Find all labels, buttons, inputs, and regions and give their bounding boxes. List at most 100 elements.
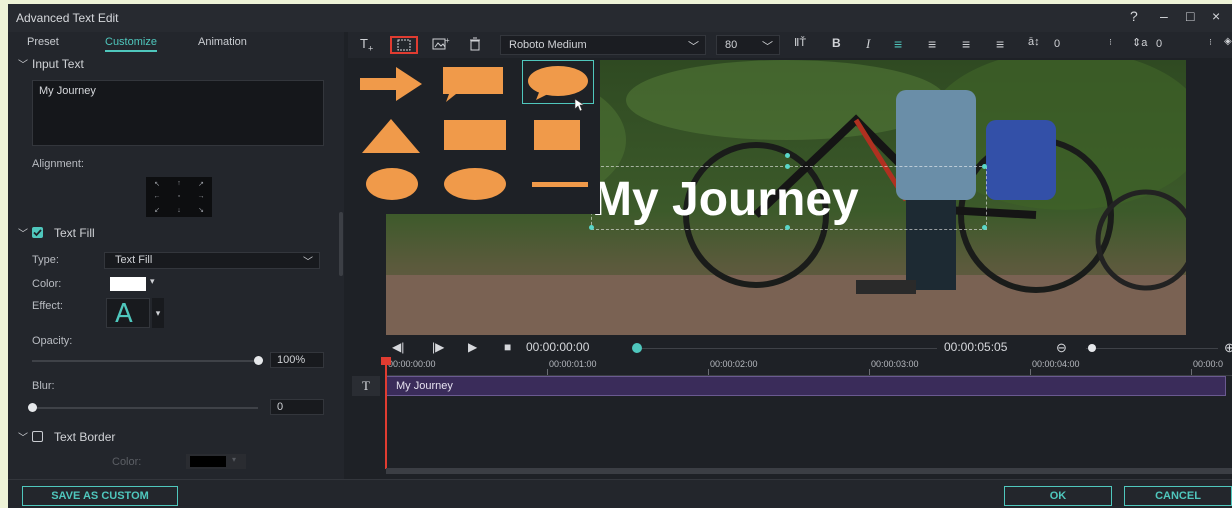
play-icon[interactable]: ▶: [468, 340, 477, 354]
effect-dropdown-icon[interactable]: ▾: [152, 298, 164, 328]
line-shape[interactable]: [532, 182, 588, 187]
timeline-scrollbar[interactable]: [386, 468, 1232, 474]
tab-customize[interactable]: Customize: [105, 36, 157, 52]
zoom-out-icon[interactable]: ⊖: [1056, 340, 1067, 356]
add-shape-button[interactable]: [390, 36, 418, 54]
speech-bubble-round-shape[interactable]: [526, 64, 590, 102]
ok-button[interactable]: OK: [1004, 486, 1112, 506]
circle-shape[interactable]: [366, 168, 418, 200]
alignment-grid[interactable]: ↖ ↑ ↗ ← ▫ → ↙ ↓ ↘: [146, 177, 212, 217]
add-image-icon[interactable]: +: [432, 36, 450, 55]
font-family-value: Roboto Medium: [509, 39, 587, 51]
transport-bar: ◀| |▶ ▶ ■ 00:00:00:00 00:00:05:05 ⊖ ⊕: [348, 337, 1232, 357]
arrow-shape[interactable]: [358, 64, 424, 104]
align-left-icon[interactable]: ≡: [894, 36, 902, 52]
chevron-down-icon: ﹀: [303, 257, 313, 268]
align-top-icon[interactable]: ↑: [177, 180, 181, 187]
font-size-select[interactable]: 80 ﹀: [716, 35, 780, 55]
text-size-icon[interactable]: ⅡŤ: [794, 36, 806, 49]
stepper-icon[interactable]: ⁝: [1209, 37, 1212, 48]
border-color-picker[interactable]: ▾: [186, 454, 246, 469]
maximize-button[interactable]: □: [1186, 8, 1194, 24]
bottom-bar: SAVE AS CUSTOM OK CANCEL: [8, 479, 1232, 508]
align-left-icon[interactable]: ←: [154, 193, 161, 200]
cancel-button[interactable]: CANCEL: [1124, 486, 1232, 506]
opacity-slider-handle[interactable]: [254, 356, 263, 365]
preview-overlay-text[interactable]: My Journey: [592, 172, 859, 227]
char-spacing-icon[interactable]: ā↕: [1028, 36, 1040, 48]
line-spacing-input[interactable]: 0 ⁝: [1148, 35, 1218, 55]
italic-button[interactable]: I: [866, 36, 870, 52]
input-text-section-header[interactable]: ﹀ Input Text: [8, 54, 344, 74]
more-icon[interactable]: ◈: [1224, 36, 1232, 47]
stepper-icon[interactable]: ⁝: [1109, 37, 1112, 48]
align-top-left-icon[interactable]: ↖: [154, 180, 160, 188]
text-clip[interactable]: My Journey: [386, 376, 1226, 396]
zoom-in-icon[interactable]: ⊕: [1224, 340, 1232, 356]
step-forward-icon[interactable]: |▶: [432, 340, 444, 354]
align-right-icon[interactable]: →: [198, 193, 205, 200]
blur-input[interactable]: 0: [270, 399, 324, 415]
effect-preview[interactable]: A: [106, 298, 150, 329]
playhead[interactable]: [385, 359, 387, 469]
input-text-field[interactable]: My Journey: [32, 80, 324, 146]
playback-progress-handle[interactable]: [632, 343, 642, 353]
blur-slider-handle[interactable]: [28, 403, 37, 412]
delete-icon[interactable]: [468, 36, 482, 55]
font-family-select[interactable]: Roboto Medium ﹀: [500, 35, 706, 55]
ellipse-shape[interactable]: [444, 168, 506, 200]
blur-slider[interactable]: [32, 407, 258, 409]
fill-color-swatch[interactable]: [110, 277, 146, 291]
tab-preset[interactable]: Preset: [27, 36, 59, 48]
align-bottom-right-icon[interactable]: ↘: [198, 206, 204, 214]
ruler-tick: [869, 369, 870, 375]
align-center-icon[interactable]: ≡: [928, 36, 936, 52]
text-fill-section-header[interactable]: ﹀ Text Fill: [8, 223, 344, 243]
align-right-icon[interactable]: ≡: [962, 36, 970, 52]
zoom-slider-handle[interactable]: [1088, 344, 1096, 352]
panel-scrollbar[interactable]: [339, 212, 343, 276]
effect-label: Effect:: [32, 300, 63, 312]
fill-type-select[interactable]: Text Fill ﹀: [104, 252, 320, 269]
zoom-slider[interactable]: [1086, 348, 1218, 349]
playhead-marker[interactable]: [381, 357, 391, 365]
justify-icon[interactable]: ≡: [996, 36, 1004, 52]
ruler-tick-label: 00:00:03:00: [871, 359, 919, 369]
type-label: Type:: [32, 254, 59, 266]
shape-icon: [397, 39, 411, 51]
playback-progress-track[interactable]: [637, 348, 937, 349]
speech-bubble-square-shape[interactable]: [440, 64, 506, 104]
text-border-checkbox[interactable]: [32, 431, 43, 442]
tab-animation[interactable]: Animation: [198, 36, 247, 48]
save-as-custom-button[interactable]: SAVE AS CUSTOM: [22, 486, 178, 506]
rotate-handle[interactable]: [785, 153, 790, 158]
ruler-tick: [1030, 369, 1031, 375]
square-shape[interactable]: [534, 120, 580, 150]
advanced-text-edit-window: Advanced Text Edit ? – □ × Preset Custom…: [8, 4, 1232, 508]
add-text-icon[interactable]: T+: [360, 36, 373, 54]
char-spacing-input[interactable]: 0 ⁝: [1046, 35, 1118, 55]
text-fill-checkbox[interactable]: [32, 227, 43, 238]
timeline-ruler[interactable]: 00:00:00:00 00:00:01:00 00:00:02:00 00:0…: [386, 357, 1232, 376]
border-color-swatch: [190, 456, 226, 467]
triangle-shape[interactable]: [358, 116, 424, 156]
help-icon[interactable]: ?: [1130, 8, 1138, 24]
align-bottom-icon[interactable]: ↓: [177, 207, 181, 214]
align-top-right-icon[interactable]: ↗: [198, 180, 204, 188]
color-dropdown-icon[interactable]: ▾: [150, 276, 155, 287]
minimize-button[interactable]: –: [1160, 8, 1168, 24]
align-center-icon[interactable]: ▫: [178, 193, 180, 200]
resize-handle[interactable]: [982, 225, 987, 230]
step-back-icon[interactable]: ◀|: [392, 340, 404, 354]
opacity-slider[interactable]: [32, 360, 258, 362]
text-border-section-header[interactable]: ﹀ Text Border: [8, 427, 344, 447]
close-button[interactable]: ×: [1212, 8, 1220, 24]
opacity-input[interactable]: 100%: [270, 352, 324, 368]
resize-handle[interactable]: [785, 164, 790, 169]
bold-button[interactable]: B: [832, 36, 841, 50]
stop-icon[interactable]: ■: [504, 340, 511, 354]
resize-handle[interactable]: [982, 164, 987, 169]
rectangle-shape[interactable]: [444, 120, 506, 150]
line-spacing-icon[interactable]: ⇕a: [1132, 36, 1147, 49]
align-bottom-left-icon[interactable]: ↙: [154, 206, 160, 214]
